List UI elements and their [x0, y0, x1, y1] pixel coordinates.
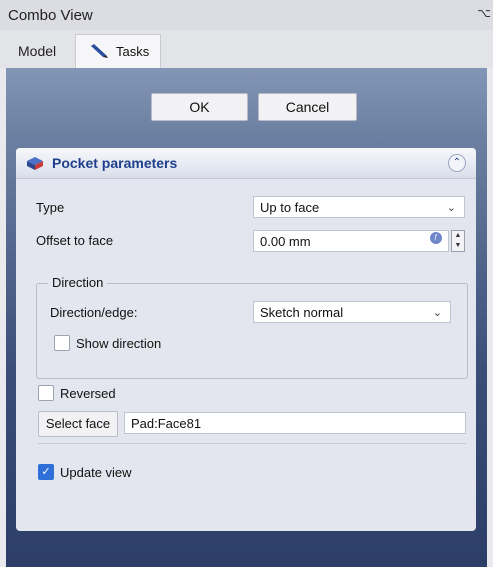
reversed-label: Reversed — [60, 386, 116, 401]
offset-input[interactable]: 0.00 mm — [253, 230, 449, 252]
face-reference-field[interactable]: Pad:Face81 — [124, 412, 466, 434]
direction-edge-value: Sketch normal — [260, 305, 344, 320]
show-direction-checkbox[interactable] — [54, 335, 70, 351]
update-view-checkbox[interactable]: ✓ — [38, 464, 54, 480]
task-box-header[interactable]: Pocket parameters ⌃ — [16, 148, 476, 179]
ok-button[interactable]: OK — [151, 93, 248, 121]
direction-group-title: Direction — [48, 275, 108, 290]
chevron-down-icon: ⌄ — [446, 202, 456, 214]
reversed-checkbox[interactable] — [38, 385, 54, 401]
spin-up-icon[interactable]: ▲ — [452, 231, 464, 241]
type-label: Type — [36, 200, 65, 215]
direction-edge-select[interactable]: Sketch normal ⌄ — [253, 301, 451, 323]
divider — [38, 443, 466, 444]
pocket-parameters-box: Pocket parameters ⌃ Type Up to face ⌄ Of… — [16, 148, 476, 531]
tab-model[interactable]: Model — [8, 34, 78, 68]
collapse-icon[interactable]: ⌃ — [448, 154, 466, 172]
window-title: Combo View — [8, 7, 93, 24]
offset-label: Offset to face — [36, 233, 114, 248]
expression-icon[interactable]: ƒ — [430, 232, 442, 244]
chevron-down-icon: ⌄ — [432, 307, 442, 319]
direction-edge-label: Direction/edge: — [50, 305, 138, 320]
spin-down-icon[interactable]: ▼ — [452, 241, 464, 251]
pin-icon[interactable]: ⌥ — [477, 6, 491, 20]
type-select-value: Up to face — [260, 200, 320, 215]
direction-group — [36, 283, 468, 379]
show-direction-label: Show direction — [76, 336, 162, 351]
offset-spinbox-buttons[interactable]: ▲ ▼ — [451, 230, 465, 252]
type-select[interactable]: Up to face ⌄ — [253, 196, 465, 218]
face-reference-value: Pad:Face81 — [131, 416, 202, 431]
task-panel: OK Cancel Pocket parameters ⌃ Type Up to… — [6, 68, 487, 567]
pocket-icon — [27, 157, 43, 170]
task-box-title: Pocket parameters — [52, 155, 178, 171]
tab-model-label: Model — [18, 43, 57, 59]
title-bar: Combo View ⌥ — [0, 0, 493, 30]
tab-tasks[interactable]: Tasks — [75, 34, 161, 69]
pencil-icon — [91, 44, 108, 58]
select-face-button[interactable]: Select face — [38, 411, 118, 437]
cancel-button[interactable]: Cancel — [258, 93, 357, 121]
offset-input-value: 0.00 mm — [260, 234, 311, 249]
tab-tasks-label: Tasks — [116, 44, 150, 59]
update-view-label: Update view — [60, 465, 132, 480]
tab-bar: Model Tasks — [0, 30, 493, 69]
